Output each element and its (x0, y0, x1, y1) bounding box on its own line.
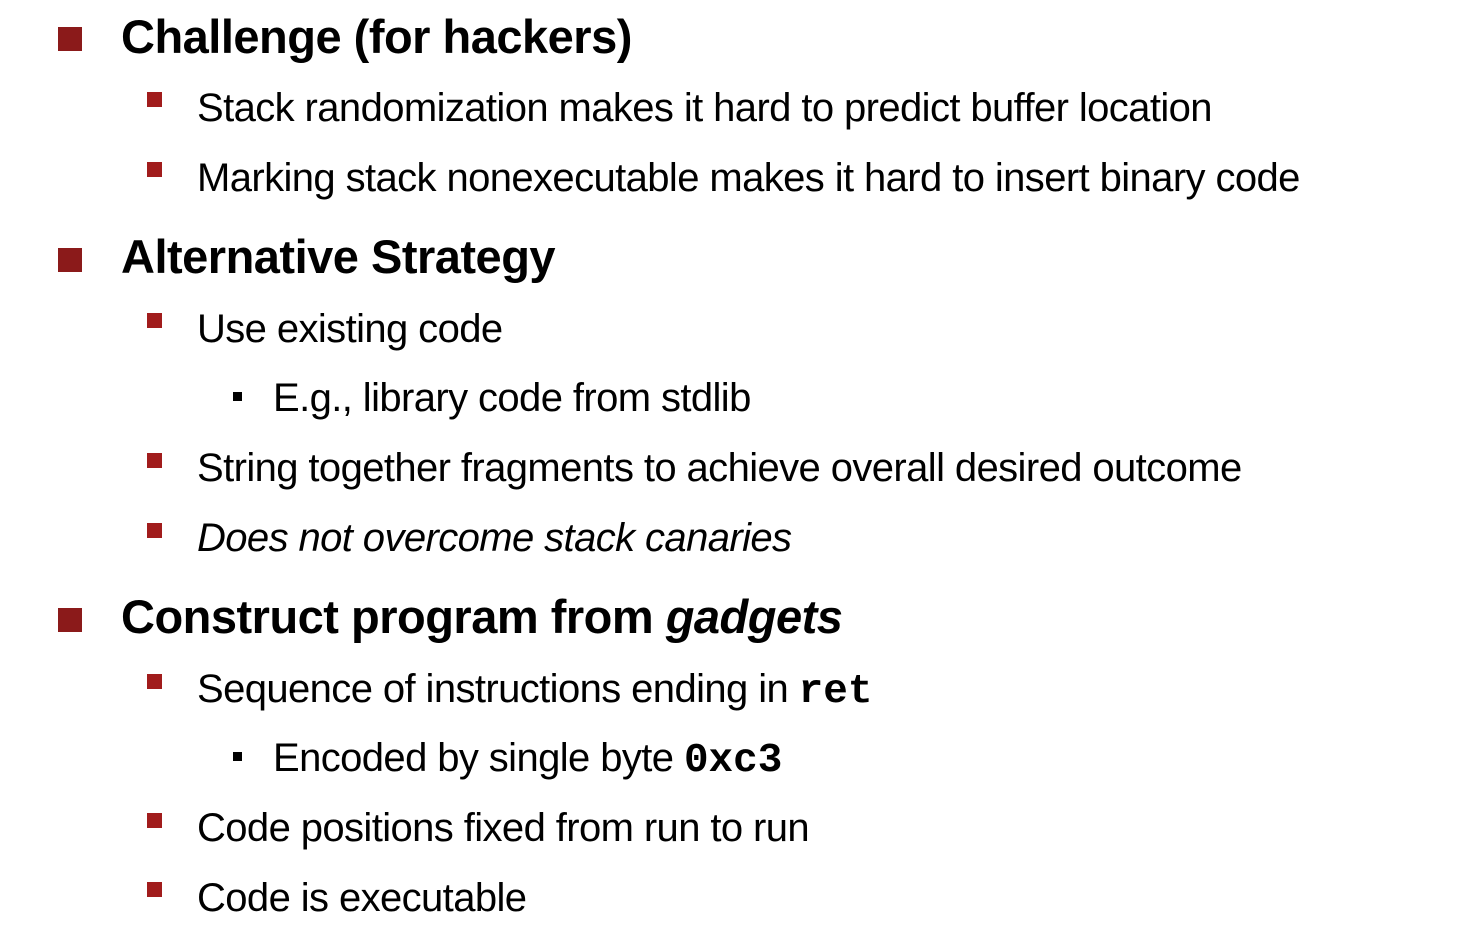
level2-bullet-icon (147, 674, 162, 689)
level2-bullet-icon (147, 313, 162, 328)
level1-bullet-icon (58, 248, 82, 272)
item-text: Sequence of instructions ending in (197, 667, 799, 711)
sub-list-item: Encoded by single byte 0xc3 (273, 736, 782, 784)
list-item: Use existing code (197, 307, 503, 351)
level2-bullet-icon (147, 92, 162, 107)
level2-bullet-icon (147, 523, 162, 538)
heading-emphasis: gadgets (665, 590, 843, 643)
level2-bullet-icon (147, 453, 162, 468)
code-text: ret (798, 669, 873, 715)
list-item: Sequence of instructions ending in ret (197, 667, 872, 715)
section-heading: Challenge (for hackers) (121, 10, 632, 63)
level3-bullet-icon (233, 392, 242, 401)
level1-bullet-icon (58, 27, 82, 51)
level2-bullet-icon (147, 813, 162, 828)
level2-bullet-icon (147, 162, 162, 177)
slide: Challenge (for hackers) Stack randomizat… (0, 0, 1478, 934)
heading-text: Construct program from (121, 590, 666, 643)
sub-list-item: E.g., library code from stdlib (273, 376, 751, 420)
level2-bullet-icon (147, 882, 162, 897)
section-heading: Construct program from gadgets (121, 589, 843, 644)
list-item: Does not overcome stack canaries (197, 516, 792, 560)
section-heading: Alternative Strategy (121, 230, 556, 283)
list-item: Marking stack nonexecutable makes it har… (197, 156, 1300, 200)
level1-bullet-icon (58, 608, 82, 632)
item-text: Encoded by single byte (273, 736, 684, 780)
list-item: Stack randomization makes it hard to pre… (197, 86, 1213, 130)
list-item: Code positions fixed from run to run (197, 806, 810, 850)
level3-bullet-icon (233, 752, 242, 761)
list-item: String together fragments to achieve ove… (197, 446, 1242, 490)
list-item: Code is executable (197, 876, 527, 920)
code-text: 0xc3 (683, 738, 783, 784)
